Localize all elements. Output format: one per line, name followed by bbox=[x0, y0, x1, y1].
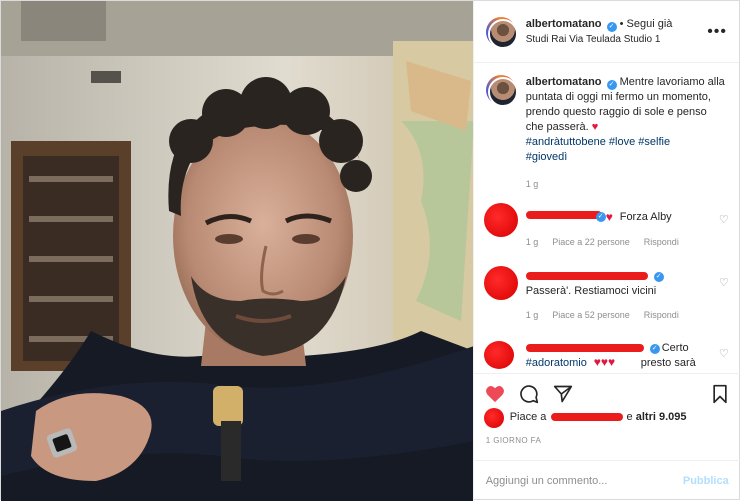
comment-composer: Pubblica bbox=[473, 460, 740, 501]
comment-like-icon[interactable]: ♡ bbox=[719, 347, 729, 360]
comment-meta: 1 g Piace a 22 persone Rispondi bbox=[526, 237, 679, 247]
post-side-panel: albertomatano ✓ • Segui già Studi Rai Vi… bbox=[472, 1, 740, 501]
verified-badge-icon: ✓ bbox=[595, 212, 606, 222]
heart-emoji-icon: ♥ bbox=[605, 210, 613, 224]
comment-meta: 1 g Piace a 52 persone Rispondi bbox=[526, 310, 679, 320]
likes-summary[interactable]: Piace a e altri 9.095 bbox=[483, 408, 687, 428]
hashtag-link[interactable]: #giovedì bbox=[526, 151, 568, 163]
share-icon[interactable] bbox=[552, 383, 574, 405]
post-actions bbox=[473, 373, 740, 413]
hearts-emoji-icon: ♥♥♥ bbox=[593, 355, 616, 369]
comment-text: Passerà'. Restiamoci vicini bbox=[525, 285, 657, 297]
comment-icon[interactable] bbox=[518, 383, 540, 405]
caption-username[interactable]: albertomatano bbox=[526, 76, 602, 88]
avatar[interactable] bbox=[483, 341, 514, 369]
selfie-photo bbox=[1, 1, 473, 501]
likes-others[interactable]: altri 9.095 bbox=[636, 411, 687, 423]
post-header: albertomatano ✓ • Segui già Studi Rai Vi… bbox=[473, 1, 739, 63]
verified-badge-icon: ✓ bbox=[653, 272, 664, 282]
heart-emoji-icon: ♥ bbox=[591, 121, 599, 133]
comment-item: ✓ Passerà'. Restiamoci vicini ♡ 1 g Piac… bbox=[483, 266, 729, 326]
comment-likes[interactable]: Piace a 22 persone bbox=[552, 237, 630, 247]
avatar[interactable] bbox=[485, 75, 518, 107]
post-caption: albertomatano ✓ Mentre lavoriamo alla pu… bbox=[474, 63, 739, 203]
redacted-username bbox=[525, 211, 602, 219]
follow-status[interactable]: • Segui già bbox=[620, 18, 673, 30]
comment-like-icon[interactable]: ♡ bbox=[719, 276, 729, 289]
comment-text: Forza Alby bbox=[619, 211, 672, 223]
comment-time: 1 g bbox=[525, 237, 539, 247]
avatar[interactable] bbox=[483, 203, 518, 237]
comment-likes[interactable]: Piace a 52 persone bbox=[552, 310, 630, 320]
heart-icon[interactable] bbox=[484, 383, 506, 405]
caption-body: albertomatano ✓ Mentre lavoriamo alla pu… bbox=[526, 75, 726, 203]
hashtag-link[interactable]: #selfie bbox=[638, 136, 670, 148]
publish-button[interactable]: Pubblica bbox=[683, 475, 729, 487]
avatar bbox=[483, 408, 504, 428]
location-link[interactable]: Studi Rai Via Teulada Studio 1 bbox=[526, 32, 707, 47]
hashtag-link[interactable]: #love bbox=[609, 136, 635, 148]
comment-like-icon[interactable]: ♡ bbox=[719, 213, 729, 226]
redacted-username bbox=[525, 344, 644, 352]
post-timestamp: 1 GIORNO FA bbox=[485, 436, 542, 445]
comment-item: ✓ ♥ Forza Alby ♡ 1 g Piace a 22 persone … bbox=[483, 203, 729, 255]
comment-text-continued: presto sarà bbox=[640, 357, 696, 369]
redacted-username bbox=[551, 413, 624, 421]
comment-input[interactable] bbox=[485, 475, 683, 487]
hashtag-link[interactable]: #adoratomio bbox=[526, 356, 587, 371]
reply-button[interactable]: Rispondi bbox=[644, 237, 679, 247]
comment-text: Certo bbox=[661, 342, 689, 354]
likes-prefix: Piace a bbox=[509, 411, 547, 423]
comment-time: 1 g bbox=[525, 310, 539, 320]
verified-badge-icon: ✓ bbox=[606, 21, 617, 32]
redacted-username bbox=[525, 272, 648, 280]
hashtag-link[interactable]: #andràtuttobene bbox=[526, 136, 606, 148]
more-options-icon[interactable]: ••• bbox=[707, 23, 727, 41]
bookmark-icon[interactable] bbox=[709, 383, 731, 405]
username-link[interactable]: albertomatano bbox=[526, 18, 602, 30]
instagram-post: albertomatano ✓ • Segui già Studi Rai Vi… bbox=[0, 0, 740, 501]
header-info: albertomatano ✓ • Segui già Studi Rai Vi… bbox=[526, 17, 707, 47]
avatar[interactable] bbox=[485, 16, 518, 49]
comment-item: ✓ Certo #adoratomio ♥♥♥ presto sarà ♡ bbox=[483, 339, 729, 373]
post-photo[interactable] bbox=[1, 1, 473, 501]
verified-badge-icon: ✓ bbox=[649, 344, 660, 354]
verified-badge-icon: ✓ bbox=[606, 80, 617, 90]
reply-button[interactable]: Rispondi bbox=[644, 310, 679, 320]
avatar[interactable] bbox=[483, 266, 518, 300]
caption-time: 1 g bbox=[525, 179, 539, 189]
likes-and: e bbox=[626, 411, 633, 423]
